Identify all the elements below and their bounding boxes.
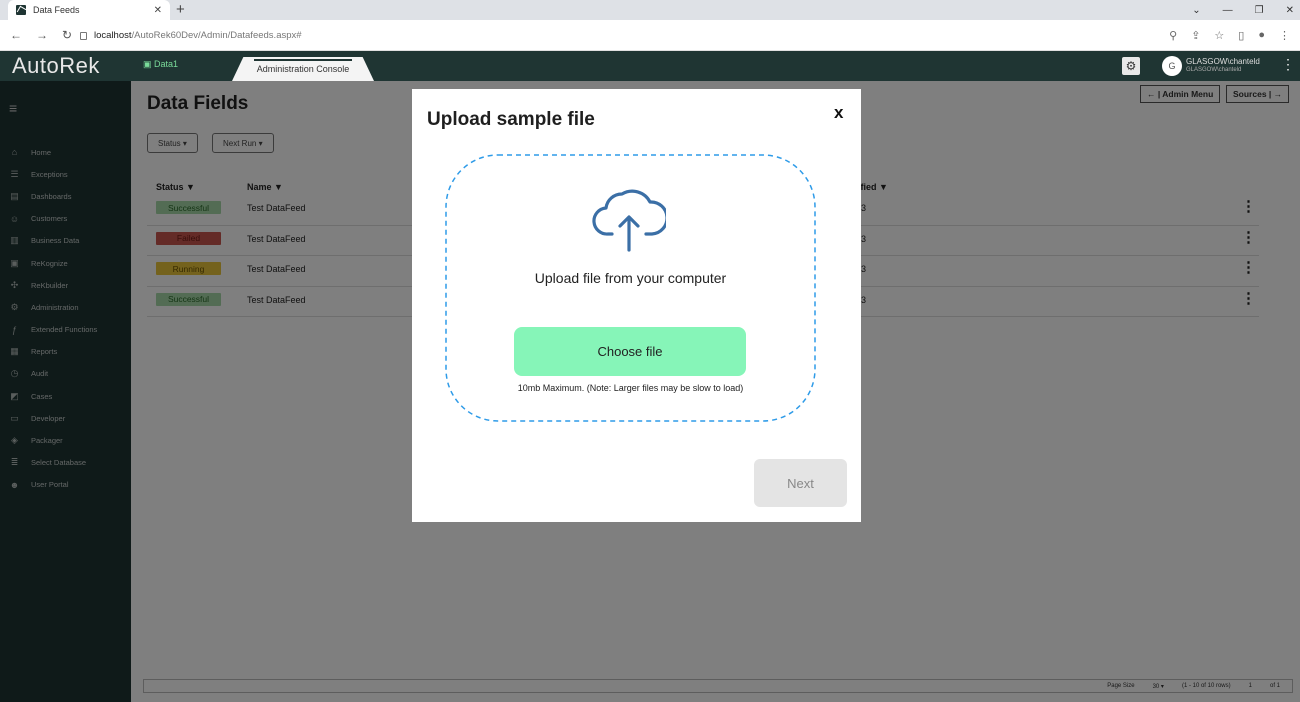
restore-icon[interactable]: ❐ <box>1255 5 1264 16</box>
cloud-upload-icon <box>592 189 666 252</box>
window-close-icon[interactable]: ✕ <box>1286 5 1294 16</box>
back-icon[interactable]: ← <box>10 28 22 42</box>
nav-buttons: ← → ↻ <box>0 28 80 42</box>
database-indicator[interactable]: ▣ Data1 <box>143 59 178 70</box>
drop-zone-text: Upload file from your computer <box>534 270 727 286</box>
autorek-favicon-icon <box>16 5 26 15</box>
database-name: Data1 <box>154 59 179 69</box>
lock-icon <box>80 32 87 40</box>
tab-administration-console[interactable]: Administration Console <box>232 57 374 81</box>
autorek-logo: AutoRek <box>12 53 100 78</box>
avatar[interactable]: G <box>1162 56 1182 76</box>
browser-tabstrip: Data Feeds ✕ + ⌄ — ❐ ✕ <box>0 0 1300 20</box>
settings-gear-icon[interactable]: ⚙ <box>1122 57 1140 75</box>
address-bar: ← → ↻ localhost/AutoRek60Dev/Admin/Dataf… <box>0 20 1300 51</box>
console-tab-label: Administration Console <box>256 64 350 74</box>
user-name: GLASGOW\chanteld GLASGOW\chanteld <box>1186 57 1260 75</box>
address-bar-icons: ⚲ ⇪ ☆ ▯ ● ⋮ <box>1169 29 1300 42</box>
modal-title: Upload sample file <box>427 109 595 130</box>
side-panel-icon[interactable]: ▯ <box>1238 29 1244 42</box>
file-size-note: 10mb Maximum. (Note: Larger files may be… <box>517 383 744 393</box>
url-field[interactable]: localhost/AutoRek60Dev/Admin/Datafeeds.a… <box>80 24 1169 46</box>
forward-icon[interactable]: → <box>36 28 48 42</box>
modal-close-button[interactable]: x <box>834 103 843 123</box>
new-tab-icon[interactable]: + <box>176 1 185 19</box>
reload-icon[interactable]: ↻ <box>62 28 72 42</box>
user-sub-label: GLASGOW\chanteld <box>1186 67 1242 73</box>
minimize-icon[interactable]: — <box>1223 5 1233 16</box>
share-icon[interactable]: ⇪ <box>1191 29 1200 42</box>
tab-search-icon[interactable]: ⌄ <box>1192 5 1200 16</box>
tab-title: Data Feeds <box>33 5 80 15</box>
next-button[interactable]: Next <box>754 459 847 507</box>
zoom-icon[interactable]: ⚲ <box>1169 29 1177 42</box>
file-drop-zone[interactable]: Upload file from your computer Choose fi… <box>445 154 816 422</box>
window-controls: ⌄ — ❐ ✕ <box>1192 0 1294 20</box>
choose-file-button[interactable]: Choose file <box>514 327 746 376</box>
upload-modal: Upload sample file x Upload file from yo… <box>412 89 861 522</box>
bookmark-star-icon[interactable]: ☆ <box>1214 29 1224 42</box>
browser-menu-icon[interactable]: ⋮ <box>1279 29 1290 42</box>
profile-icon[interactable]: ● <box>1258 29 1265 42</box>
url-host: localhost <box>94 29 132 41</box>
user-name-label: GLASGOW\chanteld <box>1186 57 1260 66</box>
browser-tab[interactable]: Data Feeds ✕ <box>8 0 170 20</box>
url-path: /AutoRek60Dev/Admin/Datafeeds.aspx# <box>131 29 302 41</box>
user-menu-icon[interactable]: ⋮ <box>1281 56 1295 73</box>
tab-close-icon[interactable]: ✕ <box>154 5 162 16</box>
app-header: AutoRek ▣ Data1 Administration Console ⚙… <box>0 51 1300 81</box>
